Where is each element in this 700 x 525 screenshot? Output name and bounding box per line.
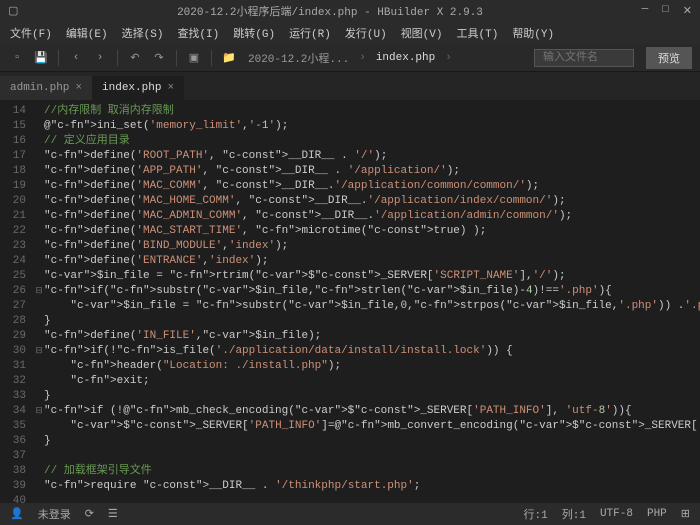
code-line[interactable]: "c-fn">define('IN_FILE',"c-var">$in_file… [34, 329, 700, 344]
menu-item[interactable]: 跳转(G) [227, 23, 281, 43]
menu-item[interactable]: 文件(F) [4, 23, 58, 43]
language[interactable]: PHP [647, 508, 667, 520]
redo-icon[interactable]: ↷ [150, 49, 168, 67]
forward-icon[interactable]: › [91, 49, 109, 67]
code-line[interactable]: ⊟"c-fn">if(!"c-fn">is_file('./applicatio… [34, 344, 700, 359]
minimize-icon[interactable]: ─ [642, 4, 649, 18]
close-icon[interactable]: ✕ [683, 4, 692, 18]
code-line[interactable]: "c-fn">define('MAC_ADMIN_COMM', "c-const… [34, 209, 700, 224]
code-line[interactable]: // 加载框架引导文件 [34, 464, 700, 479]
code-line[interactable]: } [34, 434, 700, 449]
code-line[interactable]: "c-var">$"c-const">_SERVER['PATH_INFO']=… [34, 419, 700, 434]
code-line[interactable]: "c-fn">define('BIND_MODULE','index'); [34, 239, 700, 254]
menu-item[interactable]: 选择(S) [116, 23, 170, 43]
code-line[interactable]: ⊟"c-fn">if("c-fn">substr("c-var">$in_fil… [34, 284, 700, 299]
code-line[interactable]: "c-fn">define('MAC_HOME_COMM', "c-const"… [34, 194, 700, 209]
user-icon[interactable]: 👤 [10, 507, 24, 521]
app-logo: ▢ [8, 4, 18, 18]
code-line[interactable]: } [34, 314, 700, 329]
code-line[interactable]: "c-fn">define('MAC_START_TIME', "c-fn">m… [34, 224, 700, 239]
list-icon[interactable]: ☰ [108, 507, 118, 521]
editor-tab[interactable]: index.php× [92, 76, 184, 100]
menu-item[interactable]: 编辑(E) [60, 23, 114, 43]
undo-icon[interactable]: ↶ [126, 49, 144, 67]
menu-item[interactable]: 帮助(Y) [506, 23, 560, 43]
preview-button[interactable]: 预览 [646, 47, 692, 69]
code-line[interactable] [34, 494, 700, 503]
col-indicator[interactable]: 列:1 [562, 506, 586, 522]
menu-item[interactable]: 运行(R) [283, 23, 337, 43]
breadcrumb[interactable]: index.php [372, 52, 439, 64]
code-line[interactable]: "c-fn">define('ROOT_PATH', "c-const">__D… [34, 149, 700, 164]
menu-item[interactable]: 视图(V) [395, 23, 449, 43]
code-line[interactable]: //内存限制 取消内存限制 [34, 104, 700, 119]
terminal-icon[interactable]: ▣ [185, 49, 203, 67]
menu-item[interactable]: 查找(I) [171, 23, 225, 43]
breadcrumb[interactable]: 2020-12.2小程... [244, 50, 353, 66]
code-line[interactable] [34, 449, 700, 464]
maximize-icon[interactable]: □ [662, 4, 669, 18]
save-icon[interactable]: 💾 [32, 49, 50, 67]
folder-icon[interactable]: 📁 [220, 49, 238, 67]
back-icon[interactable]: ‹ [67, 49, 85, 67]
code-line[interactable]: "c-fn">require "c-const">__DIR__ . '/thi… [34, 479, 700, 494]
menu-item[interactable]: 工具(T) [451, 23, 505, 43]
code-line[interactable]: ⊟"c-fn">if (!@"c-fn">mb_check_encoding("… [34, 404, 700, 419]
code-line[interactable]: "c-var">$in_file = "c-fn">rtrim("c-var">… [34, 269, 700, 284]
code-line[interactable]: } [34, 389, 700, 404]
search-input[interactable] [534, 49, 634, 67]
tab-close-icon[interactable]: × [75, 82, 82, 94]
grid-icon[interactable]: ⊞ [681, 507, 690, 521]
code-line[interactable]: // 定义应用目录 [34, 134, 700, 149]
tab-close-icon[interactable]: × [167, 82, 174, 94]
file-icon[interactable]: ▫ [8, 49, 26, 67]
encoding[interactable]: UTF-8 [600, 508, 633, 520]
code-line[interactable]: "c-fn">define('ENTRANCE','index'); [34, 254, 700, 269]
menu-item[interactable]: 发行(U) [339, 23, 393, 43]
code-line[interactable]: "c-fn">exit; [34, 374, 700, 389]
login-status[interactable]: 未登录 [38, 506, 71, 522]
editor-tab[interactable]: admin.php× [0, 76, 92, 100]
code-line[interactable]: "c-fn">header("Location: ./install.php")… [34, 359, 700, 374]
window-title: 2020-12.2小程序后端/index.php - HBuilder X 2.… [18, 3, 641, 19]
sync-icon[interactable]: ⟳ [85, 507, 94, 521]
line-indicator[interactable]: 行:1 [524, 506, 548, 522]
code-line[interactable]: "c-fn">define('APP_PATH', "c-const">__DI… [34, 164, 700, 179]
code-line[interactable]: "c-var">$in_file = "c-fn">substr("c-var"… [34, 299, 700, 314]
code-line[interactable]: @"c-fn">ini_set('memory_limit','-1'); [34, 119, 700, 134]
code-line[interactable]: "c-fn">define('MAC_COMM', "c-const">__DI… [34, 179, 700, 194]
